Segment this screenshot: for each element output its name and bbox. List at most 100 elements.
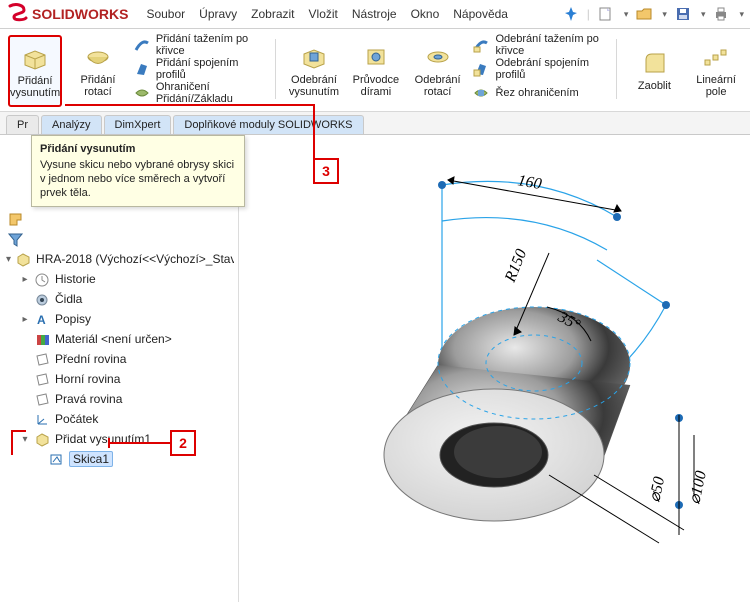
revolve-boss-icon <box>84 44 112 70</box>
cut-revolve-button[interactable]: Odebrání rotací <box>412 35 464 105</box>
hole-wizard-label: Průvodce dírami <box>351 74 401 98</box>
tree-annotations[interactable]: ▸APopisy <box>6 309 234 329</box>
graphics-viewport[interactable]: 160 R150 35° ⌀50 ⌀100 <box>239 135 750 602</box>
cut-loft-button[interactable]: Odebrání spojením profilů <box>473 59 603 79</box>
tree-sketch-label: Skica1 <box>69 451 113 467</box>
tree-front-plane[interactable]: Přední rovina <box>6 349 234 369</box>
svg-text:A: A <box>37 313 46 327</box>
sweep-label: Přidání tažením po křivce <box>156 33 263 57</box>
sweep-icon <box>134 37 150 53</box>
app-name: SOLIDWORKS <box>32 6 128 22</box>
annotations-icon: A <box>35 312 50 327</box>
tree-filter[interactable] <box>6 229 234 249</box>
tree-top-label: Horní rovina <box>55 372 120 386</box>
tree-material-label: Materiál <není určen> <box>55 332 172 346</box>
tree-tool-icon[interactable] <box>8 212 23 227</box>
tab-analyzy[interactable]: Analýzy <box>41 115 102 134</box>
pin-icon[interactable] <box>563 6 579 22</box>
cut-loft-icon <box>473 61 489 77</box>
new-dropdown-icon[interactable]: ▾ <box>624 9 629 20</box>
print-icon[interactable] <box>713 6 729 22</box>
history-icon <box>35 272 50 287</box>
menu-tools[interactable]: Nástroje <box>352 7 397 21</box>
save-dropdown-icon[interactable]: ▾ <box>701 9 706 20</box>
tree-right-label: Pravá rovina <box>55 392 122 406</box>
cut-boundary-label: Řez ohraničením <box>495 87 578 99</box>
twisty-icon[interactable]: ▾ <box>6 254 11 265</box>
menu-window[interactable]: Okno <box>411 7 440 21</box>
tab-addins[interactable]: Doplňkové moduly SOLIDWORKS <box>173 115 363 134</box>
sweep-boss-button[interactable]: Přidání tažením po křivce <box>134 35 263 55</box>
dim-160: 160 <box>516 172 543 193</box>
workspace: Přidání vysunutím Vysune skicu nebo vybr… <box>0 135 750 602</box>
tree-sensors[interactable]: Čidla <box>6 289 234 309</box>
tree-origin[interactable]: Počátek <box>6 409 234 429</box>
linear-pattern-label: Lineární pole <box>691 74 741 98</box>
cut-extrude-icon <box>300 44 328 70</box>
cut-extrude-button[interactable]: Odebrání vysunutím <box>288 35 340 105</box>
tree-top-plane[interactable]: Horní rovina <box>6 369 234 389</box>
print-dropdown-icon[interactable]: ▾ <box>739 9 744 20</box>
origin-icon <box>35 412 50 427</box>
boundary-boss-button[interactable]: Ohraničení Přidání/Základu <box>134 83 263 103</box>
extrude-boss-button[interactable]: Přidání vysunutím <box>8 35 62 107</box>
plane-icon <box>35 372 50 387</box>
feature-manager-panel: Přidání vysunutím Vysune skicu nebo vybr… <box>0 135 239 602</box>
twisty-icon[interactable]: ▸ <box>20 314 30 325</box>
menu-edit[interactable]: Úpravy <box>199 7 237 21</box>
menu-help[interactable]: Nápověda <box>453 7 508 21</box>
tab-dimxpert[interactable]: DimXpert <box>104 115 172 134</box>
menu-view[interactable]: Zobrazit <box>251 7 294 21</box>
titlebar-sep: | <box>587 7 590 21</box>
boundary-label: Ohraničení Přidání/Základu <box>156 81 263 105</box>
plane-icon <box>35 392 50 407</box>
tree-sketch1[interactable]: Skica1 <box>6 449 234 469</box>
cut-extrude-label: Odebrání vysunutím <box>289 74 339 98</box>
dim-r150: R150 <box>502 247 531 286</box>
tree-material[interactable]: Materiál <není určen> <box>6 329 234 349</box>
ribbon: Přidání vysunutím Přidání rotací Přidání… <box>0 29 750 112</box>
tree-root[interactable]: ▾ HRA-2018 (Výchozí<<Výchozí>_Stav zobr <box>6 249 234 269</box>
cut-revolve-label: Odebrání rotací <box>413 74 463 98</box>
loft-label: Přidání spojením profilů <box>156 57 263 81</box>
cut-revolve-icon <box>424 44 452 70</box>
cut-sweep-label: Odebrání tažením po křivce <box>495 33 603 57</box>
revolve-boss-button[interactable]: Přidání rotací <box>72 35 124 105</box>
twisty-icon[interactable]: ▾ <box>20 434 30 445</box>
cut-sweep-button[interactable]: Odebrání tažením po křivce <box>473 35 603 55</box>
open-icon[interactable] <box>636 6 652 22</box>
open-dropdown-icon[interactable]: ▾ <box>662 9 667 20</box>
cut-boundary-button[interactable]: Řez ohraničením <box>473 83 603 103</box>
hole-wizard-icon <box>362 44 390 70</box>
sketch-icon <box>49 452 64 467</box>
model-drawing: 160 R150 35° ⌀50 ⌀100 <box>239 135 749 602</box>
fillet-button[interactable]: Zaoblit <box>629 35 681 105</box>
boundary-icon <box>134 85 150 101</box>
ribbon-sep-2 <box>616 39 617 99</box>
menu-insert[interactable]: Vložit <box>309 7 338 21</box>
tree-root-label: HRA-2018 (Výchozí<<Výchozí>_Stav zobr <box>36 252 234 266</box>
twisty-icon[interactable]: ▸ <box>20 274 30 285</box>
tree-front-label: Přední rovina <box>55 352 126 366</box>
tree-feature-extrude1[interactable]: ▾Přidat vysunutím1 <box>6 429 234 449</box>
cut-more-column: Odebrání tažením po křivce Odebrání spoj… <box>473 35 603 103</box>
solidworks-logo-icon <box>6 3 28 25</box>
new-icon[interactable] <box>598 6 614 22</box>
extrude-tooltip: Přidání vysunutím Vysune skicu nebo vybr… <box>31 135 245 207</box>
loft-boss-button[interactable]: Přidání spojením profilů <box>134 59 263 79</box>
redline <box>313 104 315 160</box>
tab-features[interactable]: Pr <box>6 115 39 134</box>
save-icon[interactable] <box>675 6 691 22</box>
dim-d100: ⌀100 <box>686 469 710 505</box>
tooltip-body: Vysune skicu nebo vybrané obrysy skici v… <box>40 159 234 199</box>
hole-wizard-button[interactable]: Průvodce dírami <box>350 35 402 105</box>
tree-right-plane[interactable]: Pravá rovina <box>6 389 234 409</box>
linear-pattern-button[interactable]: Lineární pole <box>690 35 742 105</box>
boss-more-column: Přidání tažením po křivce Přidání spojen… <box>134 35 263 103</box>
menu-file[interactable]: Soubor <box>146 7 185 21</box>
redline <box>108 438 110 448</box>
plane-icon <box>35 352 50 367</box>
tree-history[interactable]: ▸Historie <box>6 269 234 289</box>
dim-d50: ⌀50 <box>646 475 668 504</box>
cut-sweep-icon <box>473 37 489 53</box>
